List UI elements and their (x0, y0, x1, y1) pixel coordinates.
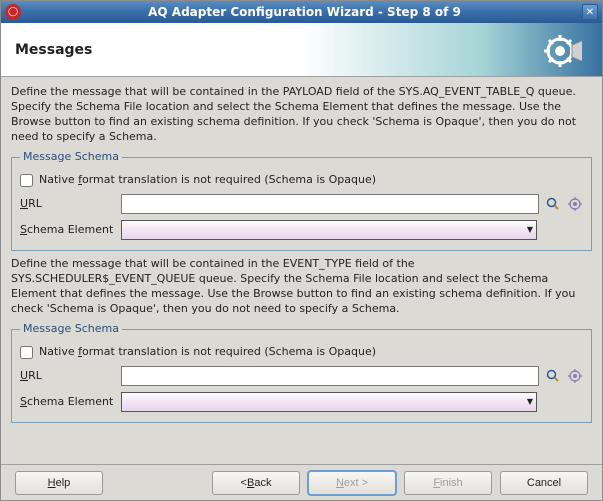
page-heading: Messages (15, 42, 92, 58)
gear-icon (568, 197, 582, 211)
next-button[interactable]: Next > (308, 471, 396, 495)
section2-schema-row: Schema Element ▼ (20, 392, 583, 412)
opaque-checkbox-1[interactable] (20, 174, 33, 187)
section1-fieldset: Message Schema Native format translation… (11, 150, 592, 251)
button-bar: Help < Back Next > Finish Cancel (1, 464, 602, 500)
header-banner: Messages (1, 23, 602, 77)
url-label-2: URL (20, 369, 115, 384)
opaque-checkbox-2[interactable] (20, 346, 33, 359)
settings-icon-2[interactable] (567, 368, 583, 384)
section2-fieldset: Message Schema Native format translation… (11, 322, 592, 423)
section1-opaque-row: Native format translation is not require… (20, 173, 583, 188)
chevron-down-icon: ▼ (527, 397, 533, 408)
browse-icon-1[interactable] (545, 196, 561, 212)
opaque-label-1: Native format translation is not require… (39, 173, 376, 188)
section1-legend: Message Schema (20, 150, 122, 165)
cancel-button[interactable]: Cancel (500, 471, 588, 495)
back-button[interactable]: < Back (212, 471, 300, 495)
section2-description: Define the message that will be containe… (11, 257, 592, 316)
schema-label-2: Schema Element (20, 395, 115, 410)
opaque-label-2: Native format translation is not require… (39, 345, 376, 360)
section2-url-row: URL (20, 366, 583, 386)
url-label-1: URL (20, 197, 115, 212)
close-button[interactable]: ✕ (582, 4, 598, 20)
section1-url-row: URL (20, 194, 583, 214)
titlebar: ◯ AQ Adapter Configuration Wizard - Step… (1, 1, 602, 23)
url-input-1[interactable] (121, 194, 539, 214)
settings-icon-1[interactable] (567, 196, 583, 212)
browse-icon-2[interactable] (545, 368, 561, 384)
section1-schema-row: Schema Element ▼ (20, 220, 583, 240)
schema-combo-2[interactable]: ▼ (121, 392, 537, 412)
section2-legend: Message Schema (20, 322, 122, 337)
window-title: AQ Adapter Configuration Wizard - Step 8… (27, 5, 582, 19)
magnifier-icon (546, 197, 560, 211)
gear-decoration-icon (542, 31, 582, 71)
chevron-down-icon: ▼ (527, 225, 533, 236)
url-input-2[interactable] (121, 366, 539, 386)
magnifier-icon (546, 369, 560, 383)
gear-icon (568, 369, 582, 383)
app-icon: ◯ (5, 4, 21, 20)
wizard-window: ◯ AQ Adapter Configuration Wizard - Step… (0, 0, 603, 501)
section1-description: Define the message that will be containe… (11, 85, 592, 144)
finish-button[interactable]: Finish (404, 471, 492, 495)
section2-opaque-row: Native format translation is not require… (20, 345, 583, 360)
content-area: Define the message that will be containe… (1, 77, 602, 464)
help-button[interactable]: Help (15, 471, 103, 495)
schema-combo-1[interactable]: ▼ (121, 220, 537, 240)
schema-label-1: Schema Element (20, 223, 115, 238)
